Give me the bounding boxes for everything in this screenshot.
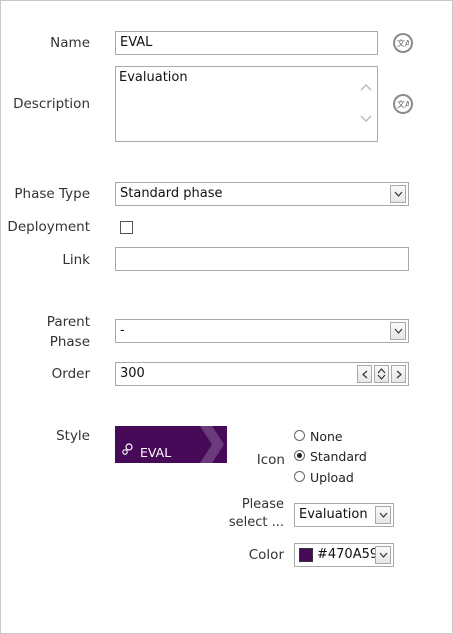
description-textarea[interactable]: Evaluation [115,66,378,142]
color-label: Color [248,547,284,563]
style-preview-text: EVAL [140,445,172,460]
name-input[interactable]: EVAL [115,31,378,55]
description-label: Description [13,96,90,112]
link-label: Link [62,252,90,268]
chevron-down-icon[interactable] [390,322,406,340]
chevron-right-icon [200,426,224,463]
style-label: Style [56,428,90,444]
icon-select-label-line2: select ... [228,515,284,530]
icon-option-upload: Upload [310,470,354,485]
chevron-down-icon[interactable] [377,374,386,380]
deployment-label: Deployment [7,219,90,235]
order-input[interactable]: 300 [115,362,409,386]
icon-option-standard: Standard [310,449,367,464]
parent-phase-value: - [120,323,125,338]
order-decrement-button[interactable] [357,365,372,383]
style-preview: EVAL [115,426,227,463]
phase-type-value: Standard phase [120,186,223,201]
parent-phase-label-line1: Parent [46,314,90,330]
chevron-down-icon[interactable] [375,546,391,564]
parent-phase-label-line2: Phase [49,334,90,350]
icon-select-value: Evaluation [299,507,368,522]
color-value: #470A59 [317,547,379,562]
chevron-down-icon[interactable] [390,185,406,203]
icon-option-none: None [310,429,343,444]
color-swatch [299,548,313,562]
description-translate-icon[interactable]: 文A [393,94,413,114]
order-increment-button[interactable] [391,365,406,383]
parent-phase-select[interactable]: - [115,319,409,343]
gears-icon [122,443,133,455]
icon-label: Icon [256,452,285,468]
order-value: 300 [120,366,145,381]
icon-radio-standard[interactable] [294,450,305,461]
phase-type-label: Phase Type [14,186,90,202]
deployment-checkbox[interactable] [120,221,133,234]
icon-select-label-line1: Please [241,497,284,512]
scroll-down-icon[interactable] [360,115,372,123]
order-stepper[interactable] [374,365,389,383]
scroll-up-icon[interactable] [360,83,372,91]
color-picker[interactable]: #470A59 [294,543,394,567]
description-text: Evaluation [119,70,188,85]
name-label: Name [50,35,90,51]
icon-select[interactable]: Evaluation [294,503,394,527]
svg-text:文A: 文A [397,38,409,48]
phase-type-select[interactable]: Standard phase [115,182,409,206]
link-input[interactable] [115,247,409,271]
order-label: Order [51,366,90,382]
chevron-down-icon[interactable] [375,506,391,524]
svg-text:文A: 文A [397,99,409,109]
icon-radio-upload[interactable] [294,471,305,482]
name-translate-icon[interactable]: 文A [393,33,413,53]
icon-radio-none[interactable] [294,430,305,441]
